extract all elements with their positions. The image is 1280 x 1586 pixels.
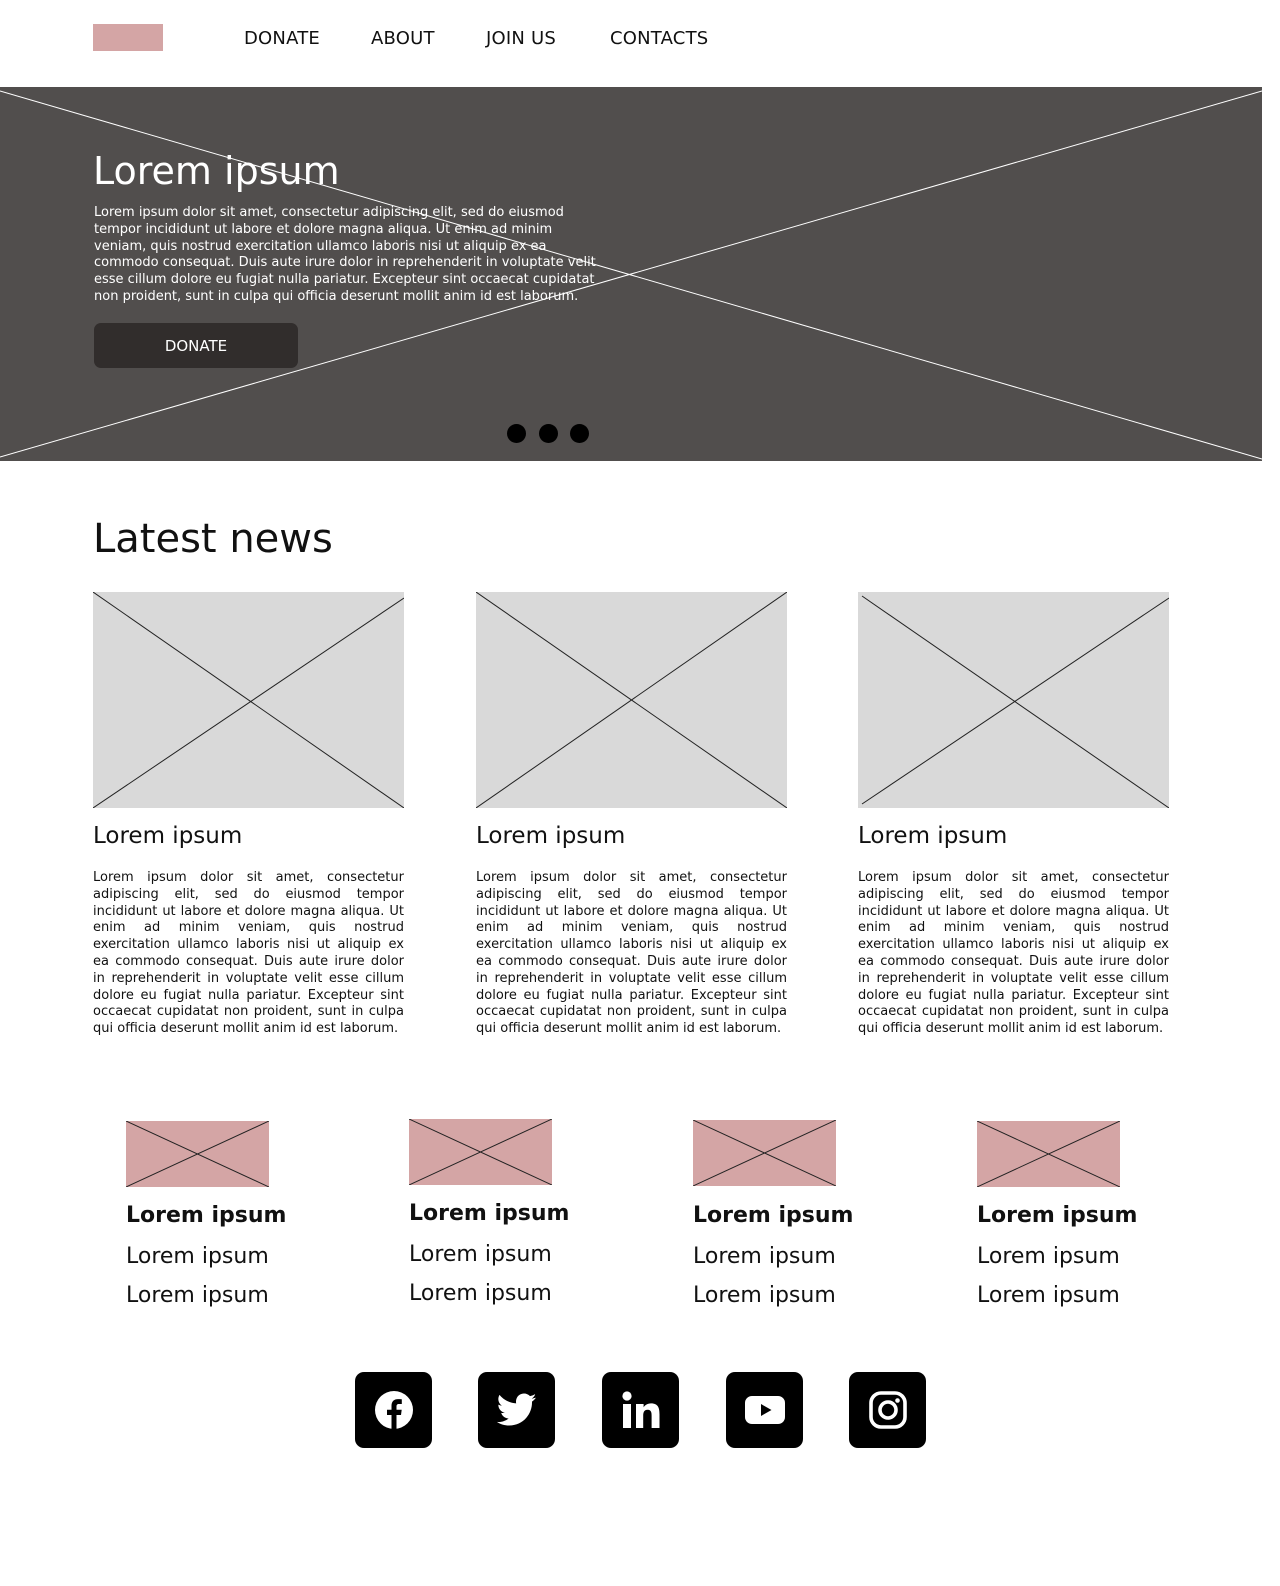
footer-link[interactable]: Lorem ipsum bbox=[409, 1242, 552, 1267]
footer-column-image-2 bbox=[409, 1119, 552, 1185]
nav-donate[interactable]: DONATE bbox=[244, 28, 320, 49]
facebook-icon[interactable] bbox=[355, 1372, 432, 1448]
carousel-dot-2[interactable] bbox=[539, 424, 558, 443]
hero-text: Lorem ipsum dolor sit amet, consectetur … bbox=[94, 205, 596, 304]
twitter-icon[interactable] bbox=[478, 1372, 555, 1448]
news-card-image-2[interactable] bbox=[476, 592, 787, 808]
footer-column-image-4 bbox=[977, 1121, 1120, 1187]
news-card-title-1[interactable]: Lorem ipsum bbox=[93, 823, 242, 849]
carousel-dot-1[interactable] bbox=[507, 424, 526, 443]
news-card-text-3: Lorem ipsum dolor sit amet, consectetur … bbox=[858, 870, 1169, 1037]
news-card-image-3[interactable] bbox=[858, 592, 1169, 808]
hero-donate-button[interactable]: DONATE bbox=[94, 323, 298, 368]
nav-join-us[interactable]: JOIN US bbox=[486, 28, 556, 49]
nav-contacts[interactable]: CONTACTS bbox=[610, 28, 708, 49]
nav-about[interactable]: ABOUT bbox=[371, 28, 435, 49]
hero-banner: Lorem ipsum Lorem ipsum dolor sit amet, … bbox=[0, 87, 1262, 461]
footer-column-heading-1: Lorem ipsum bbox=[126, 1203, 287, 1228]
footer-column-heading-2: Lorem ipsum bbox=[409, 1201, 570, 1226]
footer-column-image-1 bbox=[126, 1121, 269, 1187]
footer-link[interactable]: Lorem ipsum bbox=[126, 1283, 269, 1308]
news-card-title-3[interactable]: Lorem ipsum bbox=[858, 823, 1007, 849]
hero-title: Lorem ipsum bbox=[93, 149, 340, 193]
site-header: DONATE ABOUT JOIN US CONTACTS bbox=[0, 0, 1280, 87]
instagram-icon[interactable] bbox=[849, 1372, 926, 1448]
news-card-title-2[interactable]: Lorem ipsum bbox=[476, 823, 625, 849]
youtube-icon[interactable] bbox=[726, 1372, 803, 1448]
linkedin-icon[interactable] bbox=[602, 1372, 679, 1448]
footer-link[interactable]: Lorem ipsum bbox=[409, 1281, 552, 1306]
footer-column-heading-3: Lorem ipsum bbox=[693, 1203, 854, 1228]
carousel-dot-3[interactable] bbox=[570, 424, 589, 443]
footer-link[interactable]: Lorem ipsum bbox=[977, 1244, 1120, 1269]
footer-column-heading-4: Lorem ipsum bbox=[977, 1203, 1138, 1228]
news-card-image-1[interactable] bbox=[93, 592, 404, 808]
news-card-text-1: Lorem ipsum dolor sit amet, consectetur … bbox=[93, 870, 404, 1037]
logo[interactable] bbox=[93, 24, 163, 51]
news-card-text-2: Lorem ipsum dolor sit amet, consectetur … bbox=[476, 870, 787, 1037]
footer-link[interactable]: Lorem ipsum bbox=[977, 1283, 1120, 1308]
footer-column-image-3 bbox=[693, 1120, 836, 1186]
footer-link[interactable]: Lorem ipsum bbox=[693, 1244, 836, 1269]
footer-link[interactable]: Lorem ipsum bbox=[693, 1283, 836, 1308]
news-heading: Latest news bbox=[93, 516, 333, 562]
footer-link[interactable]: Lorem ipsum bbox=[126, 1244, 269, 1269]
